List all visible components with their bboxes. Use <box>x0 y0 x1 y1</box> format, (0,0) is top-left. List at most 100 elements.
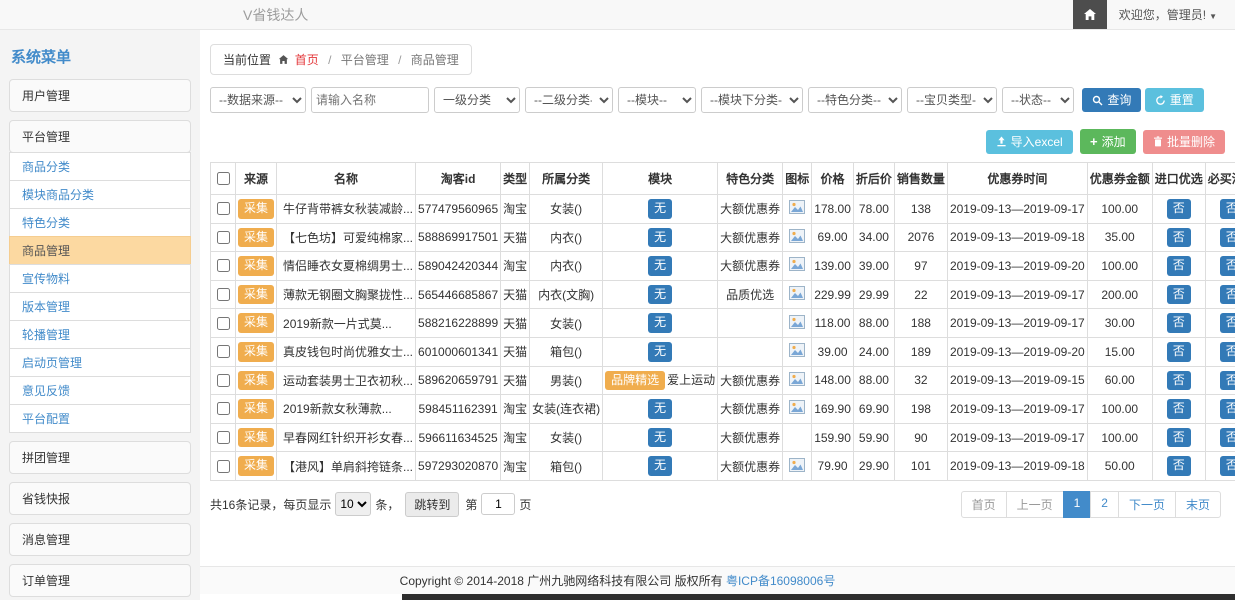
coupon-time: 2019-09-13—2019-09-20 <box>947 252 1087 281</box>
must-buy-toggle[interactable]: 否 <box>1220 399 1235 419</box>
sidebar-item-11[interactable]: 平台配置 <box>9 404 191 433</box>
row-checkbox[interactable] <box>217 288 230 301</box>
row-checkbox[interactable] <box>217 431 230 444</box>
sidebar-item-0[interactable]: 用户管理 <box>9 79 191 112</box>
discount-price: 29.90 <box>853 452 894 481</box>
page-button-4[interactable]: 下一页 <box>1118 491 1176 518</box>
import-select-toggle[interactable]: 否 <box>1167 342 1191 362</box>
page-size-select[interactable]: 10 <box>335 492 371 516</box>
breadcrumb-home-link[interactable]: 首页 <box>295 53 319 67</box>
page-button-5[interactable]: 末页 <box>1175 491 1221 518</box>
row-checkbox[interactable] <box>217 202 230 215</box>
sidebar-item-3[interactable]: 模块商品分类 <box>9 180 191 209</box>
row-checkbox[interactable] <box>217 259 230 272</box>
jump-button[interactable]: 跳转到 <box>405 492 459 517</box>
reset-button[interactable]: 重置 <box>1145 88 1204 112</box>
sidebar-item-1[interactable]: 平台管理 <box>9 120 191 153</box>
source-badge: 采集 <box>238 228 274 248</box>
table-row: 采集真皮钱包时尚优雅女士...601000601341天猫箱包()无39.002… <box>211 337 1235 366</box>
must-buy-toggle[interactable]: 否 <box>1220 256 1235 276</box>
price: 139.00 <box>812 252 854 281</box>
import-select-toggle[interactable]: 否 <box>1167 313 1191 333</box>
icon-cell <box>783 195 812 224</box>
level1-category-select[interactable]: 一级分类 <box>434 87 520 113</box>
import-select-toggle[interactable]: 否 <box>1167 456 1191 476</box>
col-taoke-id: 淘客id <box>416 163 501 195</box>
coupon-time: 2019-09-13—2019-09-20 <box>947 337 1087 366</box>
must-buy-toggle[interactable]: 否 <box>1220 199 1235 219</box>
must-buy-toggle[interactable]: 否 <box>1220 428 1235 448</box>
must-buy-toggle[interactable]: 否 <box>1220 456 1235 476</box>
page-prefix-text: 第 <box>465 496 477 513</box>
sidebar-item-13[interactable]: 省钱快报 <box>9 482 191 515</box>
home-button[interactable] <box>1073 0 1107 29</box>
import-select-toggle[interactable]: 否 <box>1167 256 1191 276</box>
feature-category: 大额优惠券 <box>718 395 783 424</box>
module-sub-category-select[interactable]: --模块下分类-- <box>701 87 803 113</box>
status-select[interactable]: --状态-- <box>1002 87 1074 113</box>
sidebar-item-15[interactable]: 订单管理 <box>9 564 191 597</box>
sidebar-item-8[interactable]: 轮播管理 <box>9 320 191 349</box>
batch-delete-button[interactable]: 批量删除 <box>1143 130 1225 154</box>
row-checkbox[interactable] <box>217 345 230 358</box>
plus-icon: + <box>1090 135 1098 148</box>
product-thumbnail <box>789 400 805 414</box>
page-button-3[interactable]: 2 <box>1090 491 1119 518</box>
row-checkbox[interactable] <box>217 402 230 415</box>
feature-category: 大额优惠券 <box>718 252 783 281</box>
sales-count: 138 <box>894 195 947 224</box>
icon-cell <box>783 395 812 424</box>
must-buy-toggle[interactable]: 否 <box>1220 228 1235 248</box>
import-select-toggle[interactable]: 否 <box>1167 199 1191 219</box>
add-button[interactable]: + 添加 <box>1080 129 1136 154</box>
sidebar-item-7[interactable]: 版本管理 <box>9 292 191 321</box>
sidebar-item-4[interactable]: 特色分类 <box>9 208 191 237</box>
page-number-input[interactable] <box>481 493 515 515</box>
import-select-toggle[interactable]: 否 <box>1167 228 1191 248</box>
item-type-select[interactable]: --宝贝类型-- <box>907 87 997 113</box>
must-buy-toggle[interactable]: 否 <box>1220 371 1235 391</box>
taoke-id: 589620659791 <box>416 366 501 395</box>
select-all-checkbox[interactable] <box>217 172 230 185</box>
page-button-0[interactable]: 首页 <box>961 491 1007 518</box>
discount-price: 88.00 <box>853 366 894 395</box>
must-buy-toggle[interactable]: 否 <box>1220 285 1235 305</box>
module-select[interactable]: --模块-- <box>618 87 696 113</box>
sidebar-item-5[interactable]: 商品管理 <box>9 236 191 265</box>
sidebar-item-9[interactable]: 启动页管理 <box>9 348 191 377</box>
row-checkbox[interactable] <box>217 374 230 387</box>
name-input[interactable] <box>311 87 429 113</box>
row-checkbox[interactable] <box>217 231 230 244</box>
feature-category <box>718 337 783 366</box>
page-button-2[interactable]: 1 <box>1063 491 1092 518</box>
import-select-toggle[interactable]: 否 <box>1167 285 1191 305</box>
data-source-select[interactable]: --数据来源-- <box>210 87 306 113</box>
feature-category: 大额优惠券 <box>718 366 783 395</box>
feature-category-select[interactable]: --特色分类-- <box>808 87 902 113</box>
sidebar-item-10[interactable]: 意见反馈 <box>9 376 191 405</box>
must-buy-toggle[interactable]: 否 <box>1220 342 1235 362</box>
user-menu[interactable]: 欢迎您，管理员!▼ <box>1107 6 1235 23</box>
import-select-toggle[interactable]: 否 <box>1167 371 1191 391</box>
row-checkbox[interactable] <box>217 317 230 330</box>
sidebar-item-14[interactable]: 消息管理 <box>9 523 191 556</box>
import-select-toggle[interactable]: 否 <box>1167 399 1191 419</box>
sidebar-item-6[interactable]: 宣传物料 <box>9 264 191 293</box>
import-select-toggle[interactable]: 否 <box>1167 428 1191 448</box>
level2-category-select[interactable]: --二级分类-- <box>525 87 613 113</box>
module-badge: 无 <box>648 428 672 448</box>
search-button[interactable]: 查询 <box>1082 88 1141 112</box>
import-excel-button[interactable]: 导入excel <box>986 130 1073 154</box>
coupon-amount: 100.00 <box>1087 195 1152 224</box>
product-name: 牛仔背带裤女秋装减龄... <box>277 195 416 224</box>
must-buy-toggle[interactable]: 否 <box>1220 313 1235 333</box>
source-badge: 采集 <box>238 342 274 362</box>
icp-link[interactable]: 粤ICP备16098006号 <box>726 572 835 589</box>
sidebar-item-2[interactable]: 商品分类 <box>9 152 191 181</box>
row-checkbox[interactable] <box>217 460 230 473</box>
icon-cell <box>783 252 812 281</box>
product-type: 天猫 <box>501 280 530 309</box>
product-type: 天猫 <box>501 223 530 252</box>
sidebar-item-12[interactable]: 拼团管理 <box>9 441 191 474</box>
page-button-1[interactable]: 上一页 <box>1006 491 1064 518</box>
